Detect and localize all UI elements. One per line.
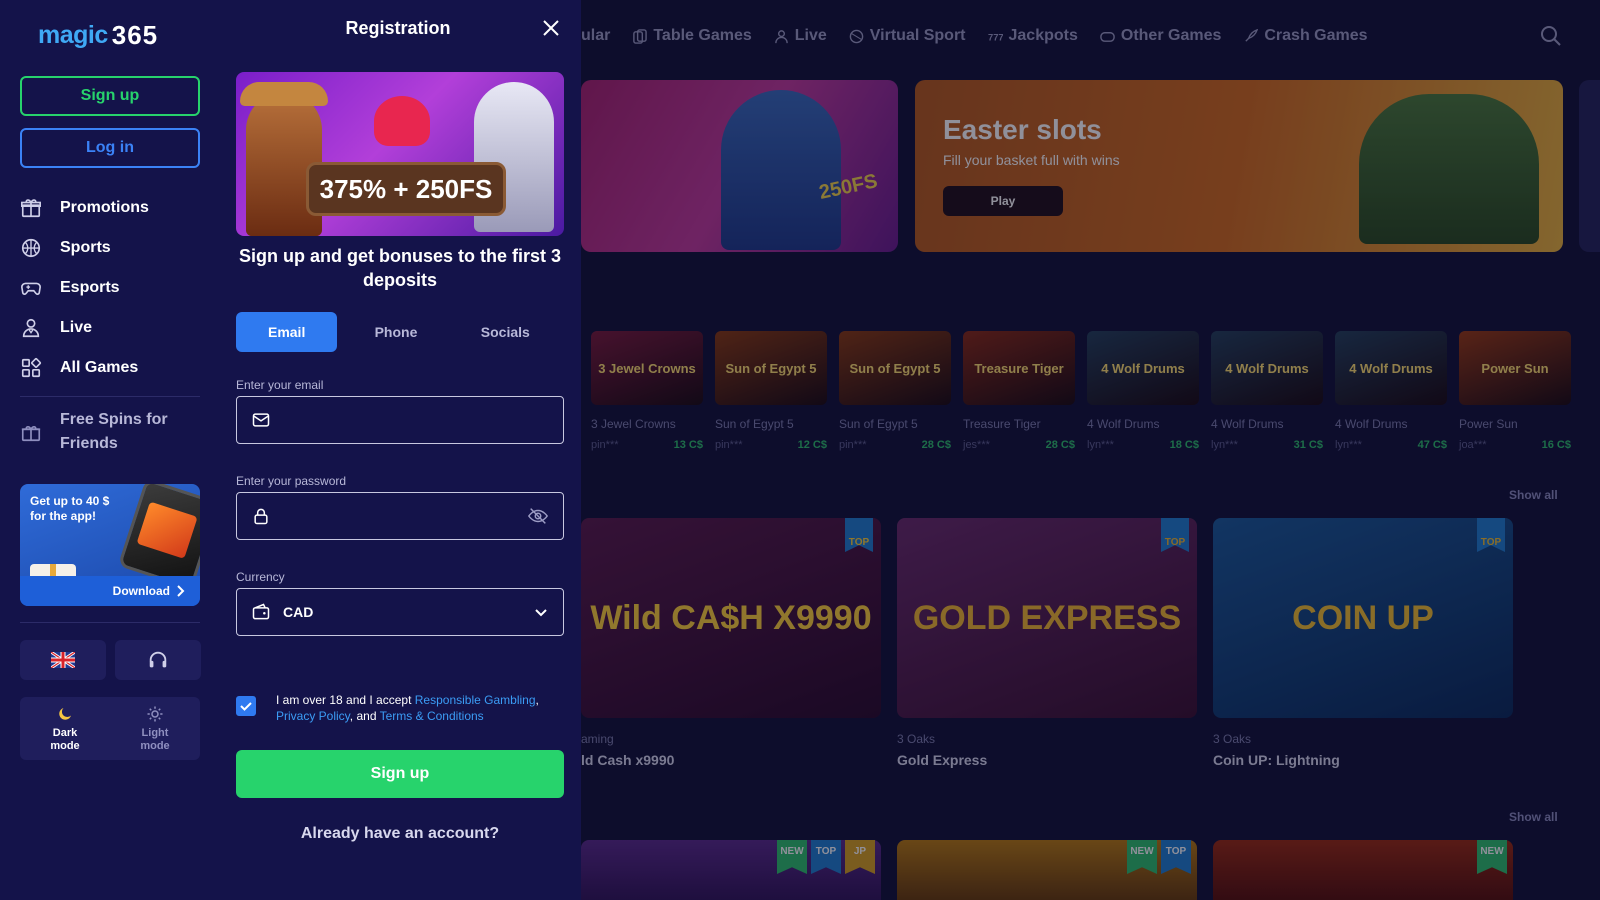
gamepad-icon (21, 282, 41, 295)
gift-icon (21, 199, 41, 218)
sidebar-nav: Promotions Sports Esports Live All Games (20, 188, 200, 388)
support-button[interactable] (115, 640, 201, 680)
currency-label: Currency (236, 570, 285, 584)
sidebar-item-label: Sports (60, 239, 111, 256)
welcome-bonus-banner: 375% + 250FS (236, 72, 564, 236)
chevron-down-icon (535, 609, 547, 617)
envelope-icon (252, 413, 270, 427)
download-label: Download (112, 584, 170, 598)
signup-submit-button[interactable]: Sign up (236, 750, 564, 798)
logo-word: magic (38, 21, 108, 49)
light-mode-option[interactable]: Light mode (110, 697, 200, 760)
signup-method-tabs: Email Phone Socials (236, 312, 564, 352)
terms-conditions-link[interactable]: Terms & Conditions (380, 709, 484, 723)
sidebar-item-esports[interactable]: Esports (20, 268, 200, 308)
download-app-button[interactable]: Download (20, 576, 200, 606)
already-have-account-link[interactable]: Already have an account? (236, 825, 564, 843)
consent-and: , and (349, 709, 377, 723)
sidebar-item-label: Esports (60, 279, 120, 296)
currency-value: CAD (283, 604, 314, 620)
phone-image (117, 484, 200, 590)
sidebar-item-promotions[interactable]: Promotions (20, 188, 200, 228)
heart-image (374, 96, 430, 146)
theme-switcher: Dark mode Light mode (20, 697, 200, 760)
sun-icon (147, 706, 163, 721)
currency-select[interactable]: CAD (236, 588, 564, 636)
wallet-icon (252, 603, 270, 620)
grid-icon (21, 357, 42, 378)
responsible-gambling-link[interactable]: Responsible Gambling (415, 693, 536, 707)
sidebar-item-label: Live (60, 319, 93, 336)
sidebar-item-all-games[interactable]: All Games (20, 348, 200, 388)
mode-label: Dark mode (50, 726, 80, 752)
sidebar-item-sports[interactable]: Sports (20, 228, 200, 268)
sidebar-signup-button[interactable]: Sign up (20, 76, 200, 116)
basketball-icon (21, 238, 41, 258)
divider (20, 396, 200, 397)
terms-checkbox[interactable] (236, 696, 256, 716)
divider (20, 622, 200, 623)
dealer-icon (22, 318, 40, 338)
app-promo-text: Get up to 40 $ for the app! (30, 494, 110, 523)
dark-mode-option[interactable]: Dark mode (20, 697, 110, 760)
headset-icon (149, 651, 167, 668)
sidebar-item-free-spins[interactable]: Free Spins for Friends (20, 408, 200, 456)
free-spins-label: Free Spins for Friends (60, 411, 168, 452)
tab-socials[interactable]: Socials (455, 312, 556, 352)
language-button[interactable] (20, 640, 106, 680)
modal-title: Registration (345, 18, 451, 38)
registration-modal: Registration 375% + 250FS Sign up and ge… (215, 0, 581, 900)
app-promo-card[interactable]: Get up to 40 $ for the app! Download (20, 484, 200, 606)
chevron-right-icon (177, 585, 185, 597)
lock-icon (254, 508, 268, 525)
bonus-amount: 375% + 250FS (306, 162, 506, 216)
close-icon[interactable] (541, 18, 561, 38)
password-label: Enter your password (236, 474, 347, 488)
gift-icon (21, 426, 41, 442)
tab-email[interactable]: Email (236, 312, 338, 352)
terms-text: I am over 18 and I accept Responsible Ga… (276, 692, 564, 724)
consent-prefix: I am over 18 and I accept (276, 693, 412, 707)
logo[interactable]: magic 365 (38, 20, 158, 51)
flag-uk-icon (51, 652, 75, 668)
privacy-policy-link[interactable]: Privacy Policy (276, 709, 350, 723)
sidebar-item-label: All Games (60, 359, 139, 376)
tab-phone[interactable]: Phone (345, 312, 446, 352)
email-label: Enter your email (236, 378, 324, 392)
modal-overlay[interactable] (581, 0, 1600, 900)
logo-number: 365 (111, 20, 159, 50)
sidebar-item-label: Promotions (60, 199, 149, 216)
eye-off-icon[interactable] (527, 505, 549, 527)
sidebar: magic 365 Sign up Log in Promotions Spor… (0, 0, 215, 900)
mode-label: Light mode (140, 726, 170, 752)
bonus-subtitle: Sign up and get bonuses to the first 3 d… (238, 246, 561, 290)
check-icon (240, 702, 252, 711)
password-field[interactable] (236, 492, 564, 540)
consent-separator: , (535, 693, 539, 707)
terms-consent: I am over 18 and I accept Responsible Ga… (236, 692, 564, 724)
sidebar-item-live[interactable]: Live (20, 308, 200, 348)
email-field[interactable] (236, 396, 564, 444)
sidebar-login-button[interactable]: Log in (20, 128, 200, 168)
moon-icon (59, 707, 71, 720)
